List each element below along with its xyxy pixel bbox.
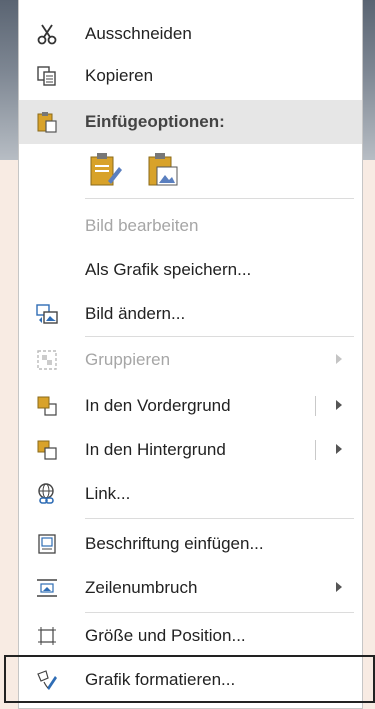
link-icon xyxy=(34,481,60,507)
copy-icon xyxy=(34,63,60,89)
menu-item-bring-forward[interactable]: In den Vordergrund xyxy=(19,384,362,428)
submenu-arrow-icon[interactable] xyxy=(336,444,342,454)
send-backward-icon xyxy=(34,437,60,463)
separator xyxy=(85,336,354,337)
menu-item-label: Als Grafik speichern... xyxy=(85,260,252,279)
menu-item-label: Kopieren xyxy=(85,66,154,85)
menu-item-label: In den Vordergrund xyxy=(85,396,231,415)
paste-options-row xyxy=(85,148,183,192)
submenu-arrow-icon xyxy=(336,354,342,364)
menu-item-label: Ausschneiden xyxy=(85,24,192,43)
separator xyxy=(85,518,354,519)
menu-item-send-backward[interactable]: In den Hintergrund xyxy=(19,428,362,472)
submenu-arrow-icon[interactable] xyxy=(336,400,342,410)
menu-item-label: Gruppieren xyxy=(85,350,171,369)
submenu-arrow-icon xyxy=(336,582,342,592)
keep-formatting-icon[interactable] xyxy=(85,150,125,190)
menu-item-wrap-text[interactable]: Zeilenumbruch xyxy=(19,566,362,610)
menu-item-label: Zeilenumbruch xyxy=(85,578,198,597)
keyboard-focus-outline xyxy=(4,655,375,703)
bring-forward-icon xyxy=(34,393,60,419)
picture-paste-icon[interactable] xyxy=(143,150,183,190)
menu-item-group[interactable]: Gruppieren xyxy=(19,338,362,382)
change-picture-icon xyxy=(34,301,60,327)
menu-item-change-picture[interactable]: Bild ändern... xyxy=(19,292,362,336)
size-position-icon xyxy=(34,623,60,649)
menu-item-size-position[interactable]: Größe und Position... xyxy=(19,614,362,658)
split-divider xyxy=(315,440,316,460)
menu-item-insert-caption[interactable]: Beschriftung einfügen... xyxy=(19,522,362,566)
menu-item-link[interactable]: Link... xyxy=(19,472,362,516)
context-menu: Ausschneiden Kopieren Einfügeoptionen: B… xyxy=(18,0,363,709)
menu-item-save-as-picture[interactable]: Als Grafik speichern... xyxy=(19,248,362,292)
caption-icon xyxy=(34,531,60,557)
menu-item-edit-picture[interactable]: Bild bearbeiten xyxy=(19,204,362,248)
menu-item-label: Bild ändern... xyxy=(85,304,186,323)
menu-item-label: Einfügeoptionen: xyxy=(85,112,225,131)
separator xyxy=(85,612,354,613)
wrap-text-icon xyxy=(34,575,60,601)
menu-item-label: Größe und Position... xyxy=(85,626,246,645)
separator xyxy=(85,198,354,199)
menu-item-label: Link... xyxy=(85,484,131,503)
paste-options-header: Einfügeoptionen: xyxy=(19,100,362,144)
menu-item-copy[interactable]: Kopieren xyxy=(19,54,362,98)
menu-item-label: Beschriftung einfügen... xyxy=(85,534,264,553)
menu-item-label: In den Hintergrund xyxy=(85,440,226,459)
clipboard-icon xyxy=(34,109,60,135)
menu-item-cut[interactable]: Ausschneiden xyxy=(19,12,362,56)
menu-item-label: Bild bearbeiten xyxy=(85,216,199,235)
group-icon xyxy=(34,347,60,373)
split-divider xyxy=(315,396,316,416)
scissors-icon xyxy=(34,21,60,47)
